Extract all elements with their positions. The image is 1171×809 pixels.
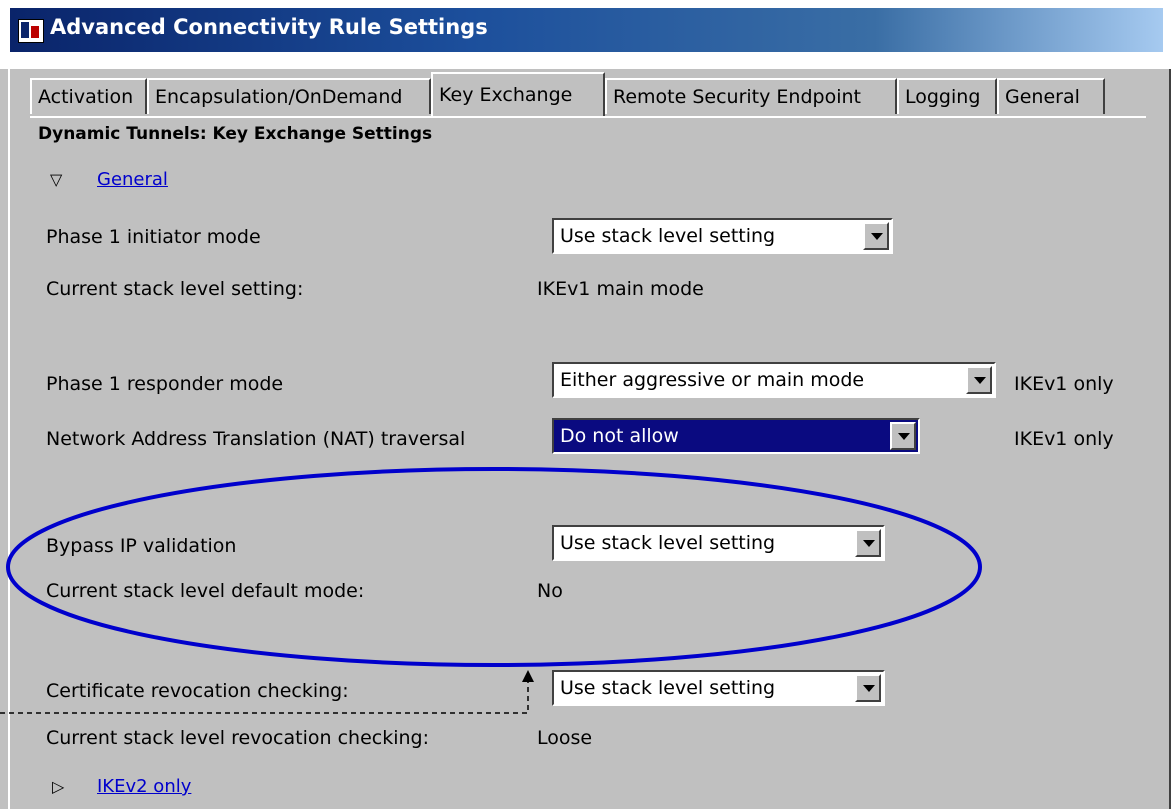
tab-key-exchange[interactable]: Key Exchange [431,72,605,116]
highlight-ellipse [6,467,982,667]
annotation-arrow-icon [522,670,534,682]
annotation-leader-line [0,680,529,714]
annotation-overlay [0,467,982,714]
